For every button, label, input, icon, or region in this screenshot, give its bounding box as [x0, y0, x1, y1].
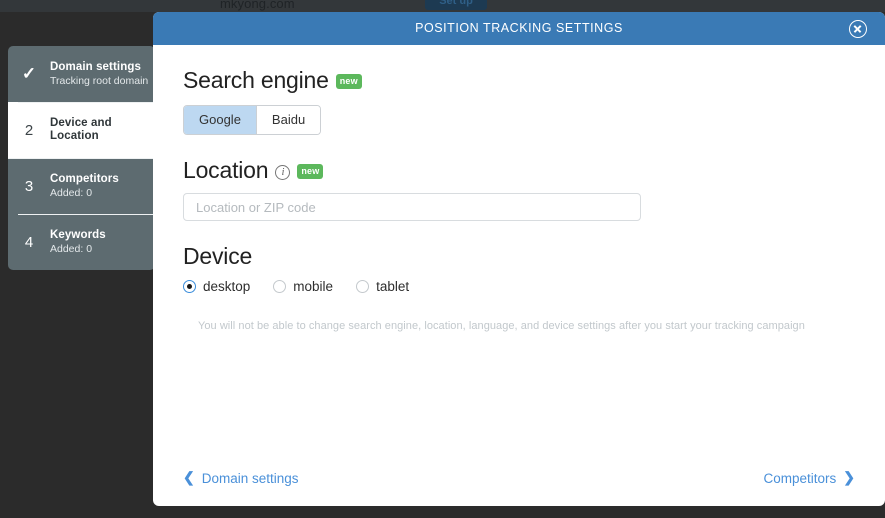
step-text-1: Domain settings Tracking root domain	[50, 61, 154, 87]
chevron-left-icon: ❮	[183, 469, 195, 485]
step-title-2: Device and Location	[50, 116, 112, 142]
info-circle-icon[interactable]: i	[275, 165, 291, 180]
step-subtitle-4: Added: 0	[50, 243, 93, 256]
modal-header: POSITION TRACKING SETTINGS	[153, 12, 885, 45]
device-option-mobile-label: mobile	[293, 279, 334, 294]
position-tracking-settings-modal: POSITION TRACKING SETTINGS Search engine…	[153, 12, 885, 506]
step-marker-3: 3	[24, 177, 34, 195]
step-marker-1: ✓	[21, 64, 37, 83]
prev-step-link-domain-settings[interactable]: ❮ Domain settings	[183, 469, 299, 486]
step-text-2: Device and Location	[50, 117, 155, 143]
radio-icon-mobile	[273, 280, 287, 293]
prev-step-label: Domain settings	[201, 470, 299, 486]
search-engine-option-baidu[interactable]: Baidu	[255, 106, 321, 134]
device-radio-group: desktop mobile tablet	[183, 279, 855, 294]
next-step-label: Competitors	[763, 470, 837, 486]
background-setup-button[interactable]: Set up	[425, 0, 487, 10]
device-option-tablet[interactable]: tablet	[356, 279, 409, 294]
device-option-desktop[interactable]: desktop	[183, 279, 250, 294]
chevron-right-icon: ❯	[843, 469, 855, 485]
device-heading-text: Device	[183, 243, 253, 269]
step-marker-2: 2	[24, 121, 34, 139]
location-input[interactable]	[183, 193, 641, 221]
search-engine-option-google[interactable]: Google	[184, 106, 256, 134]
device-option-mobile[interactable]: mobile	[273, 279, 333, 294]
sidebar-step-device-and-location[interactable]: 2 Device and Location	[8, 102, 155, 158]
device-heading: Device	[183, 243, 855, 270]
modal-body: Search engine new Google Baidu Location …	[153, 45, 885, 450]
step-title-3: Competitors	[50, 172, 119, 185]
search-engine-heading-text: Search engine	[183, 67, 329, 93]
close-icon[interactable]	[849, 20, 867, 38]
new-badge-search-engine: new	[335, 74, 362, 89]
radio-icon-desktop	[183, 280, 196, 293]
step-marker-4: 4	[24, 233, 34, 251]
radio-icon-tablet	[356, 280, 370, 293]
step-subtitle-1: Tracking root domain	[50, 75, 149, 88]
settings-lock-note: You will not be able to change search en…	[198, 320, 805, 332]
device-option-desktop-label: desktop	[203, 279, 251, 294]
sidebar-step-domain-settings[interactable]: ✓ Domain settings Tracking root domain	[8, 46, 155, 102]
sidebar-step-competitors[interactable]: 3 Competitors Added: 0	[8, 158, 155, 214]
search-engine-heading: Search engine new	[183, 67, 855, 94]
location-heading: Location i new	[183, 157, 855, 184]
sidebar-step-keywords[interactable]: 4 Keywords Added: 0	[8, 214, 155, 270]
device-option-tablet-label: tablet	[376, 279, 410, 294]
step-title-4: Keywords	[50, 228, 106, 241]
wizard-step-sidebar: ✓ Domain settings Tracking root domain 2…	[8, 46, 155, 270]
background-domain-label: mkyong.com	[220, 0, 295, 11]
modal-title: POSITION TRACKING SETTINGS	[415, 21, 623, 35]
step-subtitle-3: Added: 0	[50, 187, 93, 200]
step-title-1: Domain settings	[50, 60, 141, 73]
step-text-3: Competitors Added: 0	[50, 173, 125, 199]
step-text-4: Keywords Added: 0	[50, 229, 112, 255]
search-engine-toggle-group: Google Baidu	[183, 105, 322, 135]
location-heading-text: Location	[183, 157, 269, 183]
new-badge-location: new	[297, 164, 324, 179]
next-step-link-competitors[interactable]: Competitors ❯	[763, 469, 855, 486]
modal-footer: ❮ Domain settings Competitors ❯	[153, 450, 885, 506]
